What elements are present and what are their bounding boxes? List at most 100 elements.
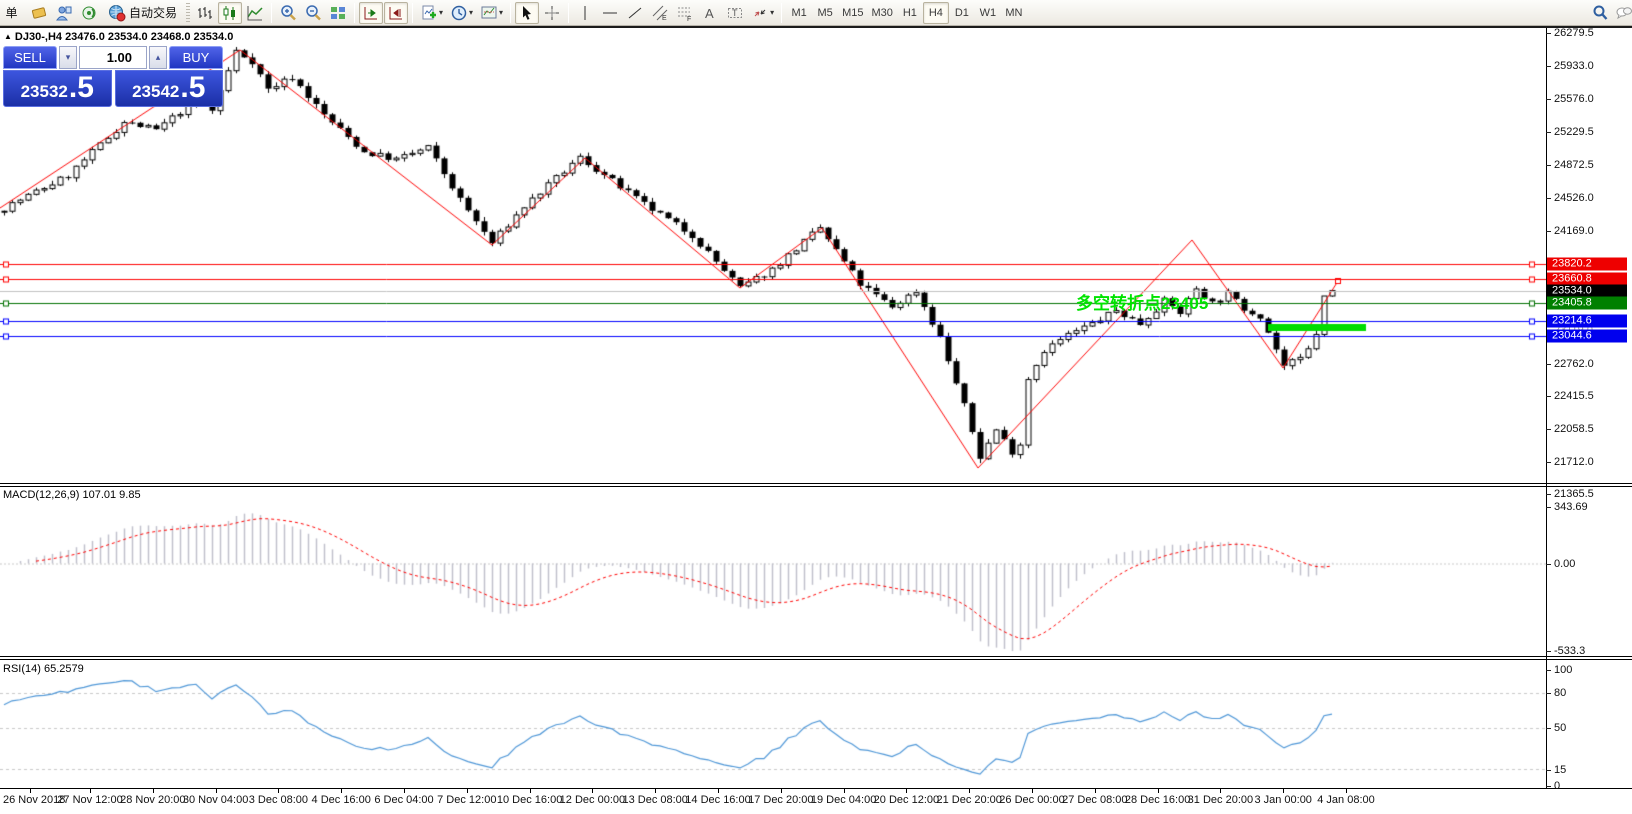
time-tick-mark — [1158, 789, 1159, 793]
volume-down-button[interactable]: ▾ — [59, 46, 77, 69]
timeframe-MN[interactable]: MN — [1001, 2, 1027, 24]
zoom-out-button[interactable] — [301, 2, 325, 24]
volume-up-button[interactable]: ▴ — [149, 46, 167, 69]
market-watch-button[interactable] — [52, 2, 76, 24]
timeframe-D1[interactable]: D1 — [949, 2, 975, 24]
rsi-pane-canvas[interactable] — [0, 661, 1546, 788]
toolbar-separator — [781, 3, 782, 23]
candlestick-chart-button[interactable] — [218, 2, 242, 24]
axis-tick-mark — [1546, 429, 1551, 430]
timeframe-M30[interactable]: M30 — [867, 2, 896, 24]
vertical-line-icon — [576, 4, 594, 22]
indicators-button[interactable]: ▾ — [417, 2, 446, 24]
time-tick-mark — [216, 789, 217, 793]
profiles-button[interactable] — [27, 2, 51, 24]
time-tick-mark — [844, 789, 845, 793]
time-tick-label: 3 Dec 08:00 — [249, 794, 308, 806]
signal-button[interactable] — [77, 2, 101, 24]
chat-button[interactable] — [1612, 2, 1632, 24]
search-icon — [1591, 4, 1609, 22]
cursor-button[interactable] — [515, 2, 539, 24]
time-tick-label: 17 Dec 20:00 — [748, 794, 813, 806]
toolbar: 单 自动交易 — [0, 0, 1632, 26]
time-tick-mark — [404, 789, 405, 793]
pane-divider[interactable] — [0, 656, 1632, 660]
dropdown-arrow[interactable]: ▾ — [770, 8, 774, 17]
buy-price[interactable]: 23542 .5 — [115, 70, 224, 107]
text-label-button[interactable]: T — [723, 2, 747, 24]
pane-divider[interactable] — [0, 483, 1632, 487]
vertical-line-button[interactable] — [573, 2, 597, 24]
time-tick-label: 21 Dec 20:00 — [936, 794, 1001, 806]
time-tick-label: 27 Nov 12:00 — [57, 794, 122, 806]
equidistant-channel-button[interactable]: E — [648, 2, 672, 24]
dropdown-arrow[interactable]: ▾ — [439, 8, 443, 17]
time-tick-mark — [1220, 789, 1221, 793]
axis-tick-mark — [1546, 198, 1551, 199]
axis-tick-label: 22058.5 — [1554, 423, 1594, 435]
periods-button[interactable]: ▾ — [447, 2, 476, 24]
text-label-icon: T — [726, 4, 744, 22]
zoom-out-icon — [304, 4, 322, 22]
axis-tick-label: 21712.0 — [1554, 456, 1594, 468]
macd-pane-canvas[interactable] — [0, 487, 1546, 655]
crosshair-icon — [543, 4, 561, 22]
periods-icon — [450, 4, 468, 22]
turning-point-annotation: 多空转折点23405 — [1076, 289, 1208, 314]
time-tick-label: 28 Nov 20:00 — [120, 794, 185, 806]
timeframe-H1[interactable]: H1 — [897, 2, 923, 24]
axis-tick-mark — [1546, 693, 1551, 694]
timeframe-M15[interactable]: M15 — [838, 2, 867, 24]
time-tick-mark — [1283, 789, 1284, 793]
timeframe-M1[interactable]: M1 — [786, 2, 812, 24]
sell-price-pip: .5 — [69, 73, 94, 103]
buy-button[interactable]: BUY — [169, 46, 223, 69]
autotrading-button[interactable]: 自动交易 — [102, 2, 183, 24]
sell-price[interactable]: 23532 .5 — [3, 70, 112, 107]
rsi-indicator-label: RSI(14) 65.2579 — [3, 663, 84, 675]
price-line-badge: 23820.2 — [1547, 257, 1627, 270]
toolbar-separator — [354, 3, 355, 23]
arrows-button[interactable]: ▾ — [748, 2, 777, 24]
chart-shift-button[interactable] — [384, 2, 408, 24]
auto-scroll-button[interactable] — [359, 2, 383, 24]
timeframe-M5[interactable]: M5 — [812, 2, 838, 24]
time-tick-label: 12 Dec 00:00 — [560, 794, 625, 806]
price-line-badge: 23534.0 — [1547, 284, 1627, 297]
axis-tick-mark — [1546, 564, 1551, 565]
time-tick-label: 31 Dec 20:00 — [1188, 794, 1253, 806]
autotrading-label: 自动交易 — [129, 4, 177, 21]
axis-tick-label: 22415.5 — [1554, 390, 1594, 402]
time-tick-mark — [278, 789, 279, 793]
sell-button[interactable]: SELL — [3, 46, 57, 69]
axis-tick-label: 24526.0 — [1554, 192, 1594, 204]
bar-chart-button[interactable] — [193, 2, 217, 24]
timeframe-W1[interactable]: W1 — [975, 2, 1001, 24]
axis-tick-mark — [1546, 165, 1551, 166]
templates-button[interactable]: ▾ — [477, 2, 506, 24]
horizontal-line-button[interactable] — [598, 2, 622, 24]
fibonacci-button[interactable]: F — [673, 2, 697, 24]
toolbar-separator — [271, 3, 272, 23]
dropdown-arrow[interactable]: ▾ — [469, 8, 473, 17]
trendline-button[interactable] — [623, 2, 647, 24]
text-button[interactable]: A — [698, 2, 722, 24]
volume-input[interactable]: 1.00 — [79, 46, 147, 69]
time-tick-mark — [467, 789, 468, 793]
zoom-in-button[interactable] — [276, 2, 300, 24]
new-order-button[interactable]: 单 — [2, 2, 26, 24]
price-line-badge: 23044.6 — [1547, 330, 1627, 343]
timeframe-H4[interactable]: H4 — [923, 2, 949, 24]
horizontal-line-icon — [601, 4, 619, 22]
new-order-label: 单 — [5, 4, 17, 21]
profiles-icon — [30, 4, 48, 22]
autotrading-icon — [108, 4, 126, 22]
tile-windows-button[interactable] — [326, 2, 350, 24]
time-tick-label: 26 Dec 00:00 — [999, 794, 1064, 806]
dropdown-arrow[interactable]: ▾ — [499, 8, 503, 17]
crosshair-button[interactable] — [540, 2, 564, 24]
line-chart-button[interactable] — [243, 2, 267, 24]
main-chart-canvas[interactable] — [0, 28, 1546, 483]
search-button[interactable] — [1588, 2, 1612, 24]
axis-tick-label: 24169.0 — [1554, 225, 1594, 237]
